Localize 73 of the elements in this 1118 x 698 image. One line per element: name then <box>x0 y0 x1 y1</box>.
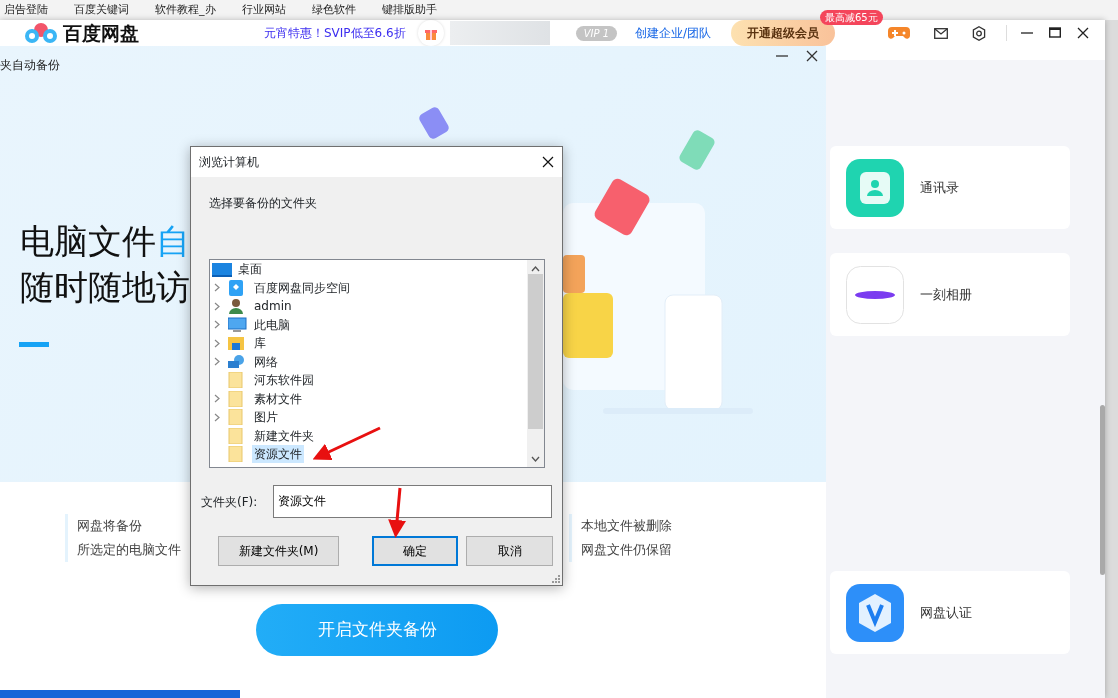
folder-label: 文件夹(F): <box>201 493 258 511</box>
gift-button[interactable] <box>417 20 444 46</box>
bookmark-link[interactable]: 启告登陆 <box>4 1 48 19</box>
create-team-link[interactable]: 创建企业/团队 <box>635 24 712 42</box>
album-icon <box>846 265 904 324</box>
tree-label: 资源文件 <box>252 445 304 464</box>
close-icon[interactable] <box>542 156 554 168</box>
accent-bar <box>19 342 49 347</box>
card-label: 一刻相册 <box>920 285 972 304</box>
app-card[interactable]: 一刻相册 <box>830 253 1070 336</box>
scrollbar-thumb[interactable] <box>1100 405 1105 575</box>
tree-label: 库 <box>253 335 267 353</box>
verified-badge-icon <box>846 583 904 642</box>
settings-icon[interactable] <box>972 25 986 41</box>
bookmark-link[interactable]: 绿色软件 <box>311 1 356 19</box>
desktop-icon <box>212 261 232 278</box>
card-label: 网盘认证 <box>920 603 972 622</box>
tree-label: admin <box>253 298 293 316</box>
resize-grip-icon[interactable] <box>551 574 560 583</box>
dialog-prompt: 选择要备份的文件夹 <box>209 195 318 212</box>
bookmark-link[interactable]: 行业网站 <box>241 1 286 19</box>
tree-item[interactable]: 库 <box>210 334 527 353</box>
feature-text: 网盘将备份 所选定的电脑文件 <box>65 514 181 562</box>
tree-label: 网络 <box>253 353 279 371</box>
bookmark-link[interactable]: 键排版助手 <box>381 1 437 19</box>
discount-badge: 最高减65元 <box>820 10 883 25</box>
vip-level-badge: VIP 1 <box>575 25 618 41</box>
dialog-button[interactable]: 新建文件夹(M) <box>218 536 339 566</box>
tree-item[interactable]: 百度网盘同步空间 <box>210 278 527 297</box>
promo-text[interactable]: 元宵特惠！SVIP低至6.6折 <box>264 24 406 42</box>
headline-text: 电脑文件自 随时随地访 <box>20 220 190 309</box>
folder-input-field[interactable]: 资源文件 <box>273 485 553 518</box>
mail-icon[interactable] <box>934 27 948 39</box>
scroll-down-icon[interactable] <box>531 456 540 462</box>
tree-label: 河东软件园 <box>253 372 315 390</box>
tree-item[interactable]: 图片 <box>210 408 527 427</box>
tree-item[interactable]: 素材文件 <box>210 389 527 408</box>
tree-label: 百度网盘同步空间 <box>253 279 351 297</box>
scrollbar-thumb[interactable] <box>528 274 543 429</box>
bookmark-link[interactable]: 百度关键词 <box>74 1 129 19</box>
close-icon[interactable] <box>1077 27 1089 39</box>
tree-item[interactable]: 河东软件园 <box>210 371 527 390</box>
close-icon[interactable] <box>806 50 818 62</box>
feature-text: 本地文件被删除 网盘文件仍保留 <box>569 514 672 562</box>
bookmark-link[interactable]: 软件教程_办 <box>155 1 216 19</box>
contacts-icon <box>846 158 904 217</box>
gamepad-icon[interactable] <box>888 26 910 40</box>
tree-label: 此电脑 <box>253 316 291 334</box>
annotation-arrow <box>388 487 407 538</box>
dialog-title: 浏览计算机 <box>199 154 259 171</box>
tree-label: 桌面 <box>237 261 263 279</box>
tree-item[interactable]: 新建文件夹 <box>210 426 527 445</box>
tree-label: 图片 <box>253 409 279 427</box>
panel-title: 夹自动备份 <box>0 57 60 74</box>
tree-item[interactable]: 桌面 <box>210 260 527 279</box>
annotation-arrow <box>312 426 381 461</box>
app-card[interactable]: 通讯录 <box>830 146 1070 229</box>
dialog-button[interactable]: 取消 <box>466 536 553 566</box>
scroll-up-icon[interactable] <box>531 266 540 272</box>
tree-scrollbar[interactable] <box>527 260 544 467</box>
computer-icon <box>228 316 248 333</box>
card-label: 通讯录 <box>920 178 959 197</box>
app-title: 百度网盘 <box>63 20 139 46</box>
tree-item[interactable]: 资源文件 <box>210 445 527 464</box>
tree-item[interactable]: 此电脑 <box>210 315 527 334</box>
tree-label: 新建文件夹 <box>253 427 315 445</box>
app-card[interactable]: 网盘认证 <box>830 571 1070 654</box>
tree-item[interactable]: 网络 <box>210 352 527 371</box>
folder-tree[interactable]: 桌面 百度网盘同步空间 admin 此电脑 库 网络 河东软件园 素材文件 图片 新建文件夹 资源文件 <box>209 259 545 468</box>
maximize-icon[interactable] <box>1049 27 1061 39</box>
tree-label: 素材文件 <box>253 390 303 408</box>
tree-item[interactable]: admin <box>210 297 527 316</box>
dialog-button[interactable]: 确定 <box>372 536 458 566</box>
